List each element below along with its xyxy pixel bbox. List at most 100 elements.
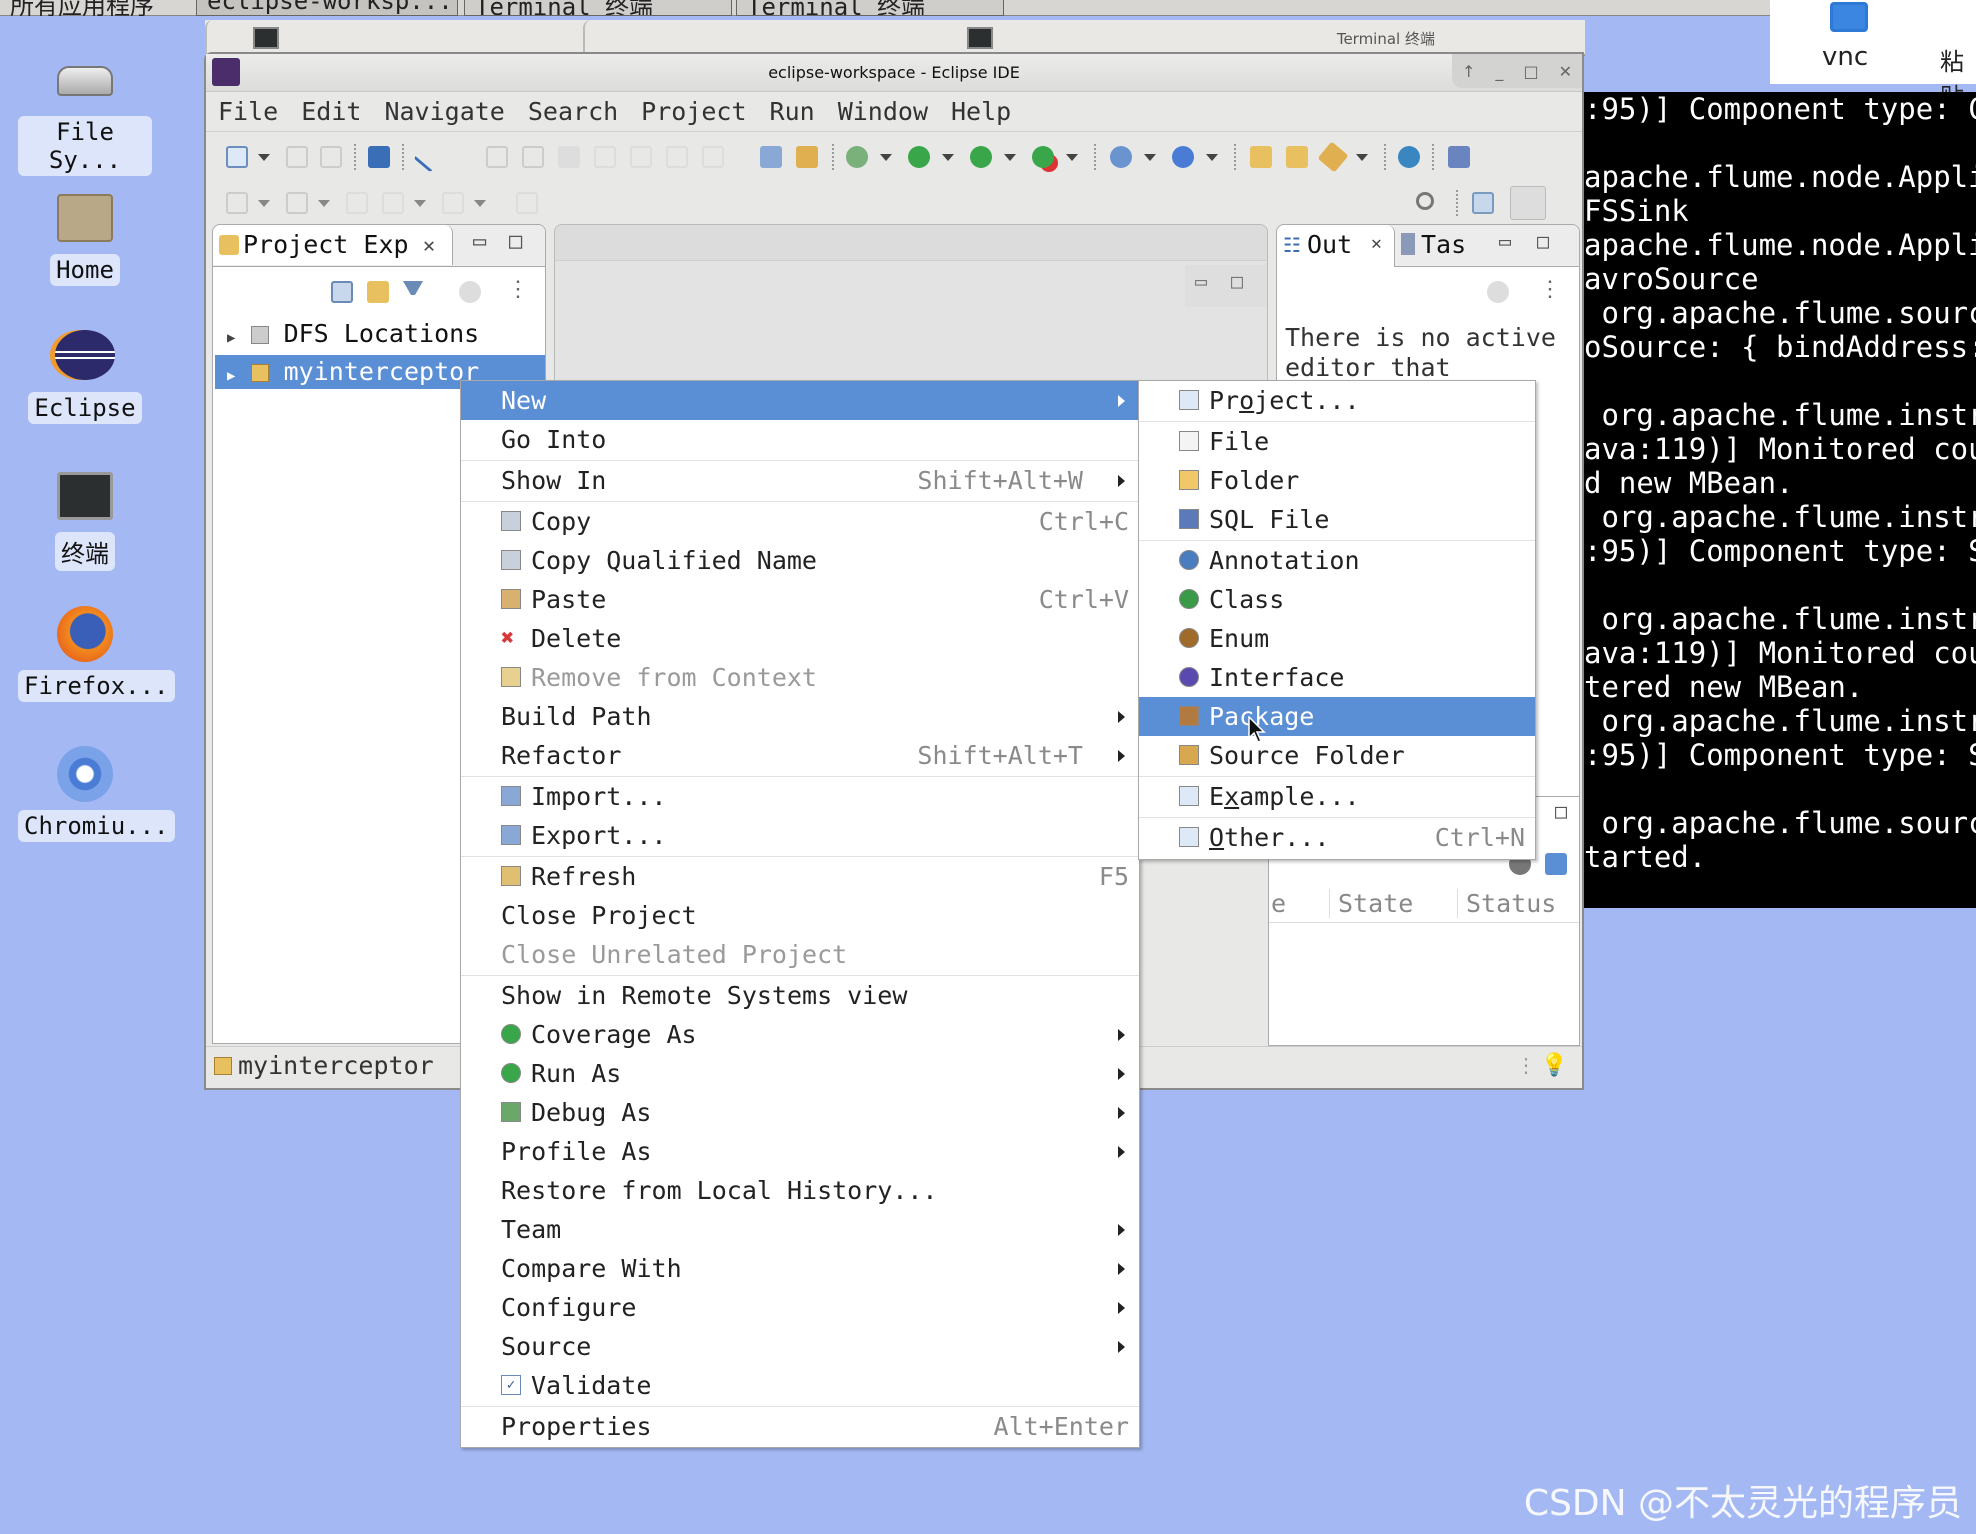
window-up-icon[interactable]: ↑ (1462, 62, 1475, 81)
step-into-icon[interactable] (630, 146, 652, 168)
drop-to-frame-icon[interactable] (796, 146, 818, 168)
tip-bulb-icon[interactable]: 💡 (1541, 1053, 1568, 1078)
menu-edit[interactable]: Edit (301, 97, 361, 126)
save-icon[interactable] (286, 146, 308, 168)
submenu-item-project[interactable]: Project... (1139, 381, 1535, 420)
menu-item-configure[interactable]: Configure (461, 1288, 1139, 1327)
new-wizard-icon[interactable] (226, 146, 248, 168)
java-ee-perspective-icon[interactable] (1510, 186, 1546, 220)
window-close-icon[interactable]: ✕ (1559, 62, 1572, 81)
previous-annotation-dropdown-icon[interactable] (318, 200, 330, 207)
search-icon[interactable] (1416, 192, 1434, 210)
taskbar-item-terminal-1[interactable]: Terminal 终端 (464, 0, 732, 16)
menu-item-restore-from-local-history[interactable]: Restore from Local History... (461, 1171, 1139, 1210)
submenu-item-folder[interactable]: Folder (1139, 461, 1535, 500)
view-menu-icon[interactable]: ⋮ (1539, 277, 1561, 302)
menu-window[interactable]: Window (838, 97, 928, 126)
window-maximize-icon[interactable]: □ (1523, 62, 1538, 81)
marker-dropdown-icon[interactable] (1356, 154, 1368, 161)
submenu-item-annotation[interactable]: Annotation (1139, 541, 1535, 580)
maximize-editor-icon[interactable]: □ (1231, 269, 1243, 293)
new-script-dropdown-icon[interactable] (1206, 154, 1218, 161)
desktop-icon-eclipse[interactable]: Eclipse (18, 328, 152, 424)
menu-item-refactor[interactable]: Refactor Shift+Alt+T (461, 736, 1139, 775)
skip-breakpoints-icon[interactable] (413, 141, 445, 173)
focus-on-task-icon[interactable] (1487, 281, 1509, 303)
menu-item-profile-as[interactable]: Profile As (461, 1132, 1139, 1171)
close-tab-icon[interactable]: ✕ (423, 233, 435, 257)
menu-item-new[interactable]: New (461, 381, 1139, 420)
next-annotation-dropdown-icon[interactable] (258, 200, 270, 207)
tree-item-dfs-locations[interactable]: ▶ DFS Locations (215, 317, 545, 351)
taskbar-item-eclipse[interactable]: eclipse-worksp... (196, 0, 458, 16)
expand-arrow-icon[interactable]: ▶ (227, 330, 235, 346)
desktop-icon-firefox[interactable]: Firefox... (18, 606, 175, 702)
menu-item-coverage-as[interactable]: Coverage As (461, 1015, 1139, 1054)
focus-on-task-icon[interactable] (459, 281, 481, 303)
back-icon[interactable] (382, 192, 404, 214)
menu-run[interactable]: Run (770, 97, 815, 126)
maximize-view-icon[interactable]: □ (1555, 799, 1567, 823)
terminal-tab-1[interactable] (205, 20, 585, 56)
desktop-icon-chromium[interactable]: Chromiu... (18, 746, 175, 842)
menu-item-build-path[interactable]: Build Path (461, 697, 1139, 736)
terminate-icon[interactable] (558, 146, 580, 168)
suspend-icon[interactable] (522, 146, 544, 168)
submenu-item-package[interactable]: Package (1139, 697, 1535, 736)
window-minimize-icon[interactable]: _ (1495, 62, 1503, 81)
tab-outline[interactable]: ☷ Out ✕ (1277, 225, 1395, 267)
menu-search[interactable]: Search (528, 97, 618, 126)
vnc-label[interactable]: vnc (1822, 42, 1868, 72)
menu-item-show-in-remote-systems-view[interactable]: Show in Remote Systems view (461, 976, 1139, 1015)
submenu-item-file[interactable]: File (1139, 422, 1535, 461)
maximize-view-icon[interactable]: □ (1537, 229, 1549, 253)
column-header[interactable]: e (1271, 889, 1286, 918)
menu-item-delete[interactable]: ✖ Delete (461, 619, 1139, 658)
link-with-editor-icon[interactable] (367, 281, 389, 303)
menu-file[interactable]: File (218, 97, 278, 126)
open-perspective-icon[interactable] (1472, 192, 1494, 214)
desktop-icon-filesystem[interactable]: File Sy... (18, 52, 152, 176)
open-task-icon[interactable] (1286, 146, 1308, 168)
run-icon[interactable] (908, 146, 930, 168)
new-dropdown-icon[interactable] (258, 154, 270, 161)
new-script-icon[interactable] (1172, 146, 1194, 168)
use-step-filters-icon[interactable] (760, 146, 782, 168)
taskbar-item-terminal-2[interactable]: Terminal 终端 (736, 0, 1004, 16)
submenu-item-class[interactable]: Class (1139, 580, 1535, 619)
run-dropdown-icon[interactable] (942, 154, 954, 161)
tab-tasks[interactable]: Tas (1401, 225, 1481, 267)
external-tools-dropdown-icon[interactable] (1066, 154, 1078, 161)
submenu-item-example[interactable]: Example... (1139, 777, 1535, 816)
last-edit-location-icon[interactable] (346, 192, 368, 214)
menu-item-debug-as[interactable]: Debug As (461, 1093, 1139, 1132)
search-marker-icon[interactable] (1317, 141, 1349, 173)
menu-item-go-into[interactable]: Go Into (461, 420, 1139, 459)
menu-item-show-in[interactable]: Show In Shift+Alt+W (461, 461, 1139, 500)
desktop-icon-home[interactable]: Home (18, 190, 152, 286)
menu-item-validate[interactable]: ✓ Validate (461, 1366, 1139, 1405)
open-type-icon[interactable] (1250, 146, 1272, 168)
save-all-icon[interactable] (320, 146, 342, 168)
filter-icon[interactable] (403, 281, 423, 295)
maximize-view-icon[interactable]: □ (509, 229, 522, 254)
submenu-item-sql-file[interactable]: SQL File (1139, 500, 1535, 539)
minimize-editor-icon[interactable]: ▭ (1195, 269, 1207, 293)
next-annotation-icon[interactable] (226, 192, 248, 214)
menu-item-compare-with[interactable]: Compare With (461, 1249, 1139, 1288)
new-server-icon[interactable] (1110, 146, 1132, 168)
menu-item-run-as[interactable]: Run As (461, 1054, 1139, 1093)
collapse-all-icon[interactable] (331, 281, 353, 303)
menu-help[interactable]: Help (951, 97, 1011, 126)
forward-dropdown-icon[interactable] (474, 200, 486, 207)
terminal-window-titlebar[interactable]: Terminal 终端 (205, 20, 1585, 56)
menu-item-refresh[interactable]: Refresh F5 (461, 857, 1139, 896)
menu-navigate[interactable]: Navigate (384, 97, 504, 126)
coverage-dropdown-icon[interactable] (1004, 154, 1016, 161)
resume-icon[interactable] (486, 146, 508, 168)
submenu-item-source-folder[interactable]: Source Folder (1139, 736, 1535, 775)
taskbar-apps-menu[interactable]: 所有应用程序 (0, 0, 190, 16)
eclipse-titlebar[interactable]: eclipse-workspace - Eclipse IDE ↑ _ □ ✕ (206, 54, 1582, 92)
menu-item-source[interactable]: Source (461, 1327, 1139, 1366)
disconnect-icon[interactable] (594, 146, 616, 168)
